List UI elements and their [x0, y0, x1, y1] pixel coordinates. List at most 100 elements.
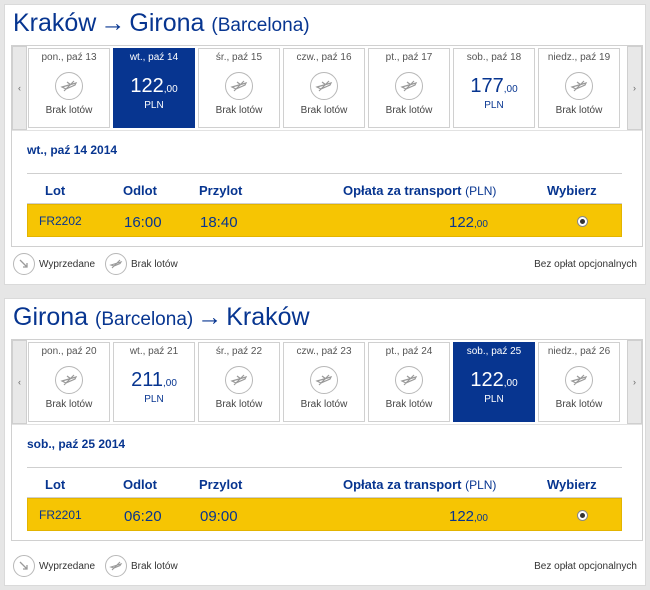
day-tile[interactable]: pon., paź 13 Brak lotów	[28, 48, 110, 128]
day-currency: PLN	[144, 394, 164, 405]
arrival-time: 18:40	[200, 214, 238, 231]
col-departure: Odlot	[123, 477, 157, 492]
day-currency: PLN	[484, 100, 504, 111]
day-tile[interactable]: czw., paź 16 Brak lotów	[283, 48, 365, 128]
outbound-fare-panel: ‹ pon., paź 13 Brak lotów wt., paź 14 12…	[11, 45, 643, 247]
day-tile-selected[interactable]: wt., paź 14 122,00 PLN	[113, 48, 195, 128]
price-main: 177	[470, 75, 504, 97]
col-fare: Opłata za transport (PLN)	[343, 183, 496, 198]
route-arrow: →	[197, 303, 223, 331]
day-tile[interactable]: śr., paź 15 Brak lotów	[198, 48, 280, 128]
col-select: Wybierz	[547, 477, 597, 492]
origin-city: Kraków	[13, 9, 97, 37]
plane-crossed-icon	[225, 72, 253, 100]
plane-crossed-icon	[105, 253, 127, 275]
fare-cents: ,00	[474, 513, 488, 524]
day-tile[interactable]: niedz., paź 26 Brak lotów	[538, 342, 620, 422]
return-section: Girona (Barcelona) → Kraków ‹ pon., paź 20…	[4, 298, 646, 586]
legend-sold-out-label: Wyprzedane	[39, 560, 96, 572]
plane-crossed-icon	[55, 366, 83, 394]
no-flights-label: Brak lotów	[300, 399, 348, 410]
no-flights-label: Brak lotów	[215, 399, 263, 410]
day-tile[interactable]: niedz., paź 19 Brak lotów	[538, 48, 620, 128]
day-tile[interactable]: sob., paź 18 177,00 PLN	[453, 48, 535, 128]
price-cents: ,00	[503, 84, 518, 95]
fare-price: 122,00	[449, 508, 488, 525]
day-date: pon., paź 20	[41, 346, 97, 357]
plane-crossed-icon	[105, 555, 127, 577]
day-tile[interactable]: pon., paź 20 Brak lotów	[28, 342, 110, 422]
day-date: czw., paź 16	[296, 52, 352, 63]
day-price: 177,00	[454, 75, 534, 97]
prev-week-button[interactable]: ‹	[12, 46, 27, 130]
next-week-button[interactable]: ›	[627, 340, 642, 424]
day-date: śr., paź 15	[215, 52, 263, 63]
day-date: wt., paź 21	[129, 346, 179, 357]
select-flight-radio[interactable]	[577, 216, 588, 227]
plane-landing-icon	[13, 253, 35, 275]
selected-date-heading: wt., paź 14 2014	[27, 143, 118, 157]
day-tile[interactable]: śr., paź 22 Brak lotów	[198, 342, 280, 422]
plane-landing-icon	[13, 555, 35, 577]
day-date: pt., paź 17	[385, 52, 433, 63]
divider	[12, 424, 642, 425]
day-date: wt., paź 14	[129, 52, 179, 63]
select-flight-radio[interactable]	[577, 510, 588, 521]
fare-main: 122	[449, 214, 475, 231]
day-tile[interactable]: czw., paź 23 Brak lotów	[283, 342, 365, 422]
no-flights-label: Brak lotów	[45, 399, 93, 410]
day-tile[interactable]: pt., paź 17 Brak lotów	[368, 48, 450, 128]
departure-time: 16:00	[124, 214, 162, 231]
day-date: sob., paź 25	[466, 346, 522, 357]
no-flights-label: Brak lotów	[300, 105, 348, 116]
flight-row[interactable]: FR2202 16:00 18:40 122,00	[27, 204, 622, 237]
plane-crossed-icon	[55, 72, 83, 100]
col-arrival: Przylot	[199, 183, 243, 198]
day-date: pon., paź 13	[41, 52, 97, 63]
departure-time: 06:20	[124, 508, 162, 525]
no-flights-label: Brak lotów	[555, 105, 603, 116]
price-cents: ,00	[163, 84, 178, 95]
col-departure: Odlot	[123, 183, 157, 198]
prev-week-button[interactable]: ‹	[12, 340, 27, 424]
col-fare-unit: (PLN)	[465, 184, 497, 198]
plane-crossed-icon	[395, 366, 423, 394]
legend-no-flights-label: Brak lotów	[131, 560, 178, 572]
divider	[12, 130, 642, 131]
return-fare-panel: ‹ pon., paź 20 Brak lotów wt., paź 21 21…	[11, 339, 643, 541]
plane-crossed-icon	[310, 72, 338, 100]
flight-number: FR2202	[39, 214, 82, 228]
col-fare-label: Opłata za transport	[343, 183, 462, 198]
no-flights-label: Brak lotów	[555, 399, 603, 410]
route-title-return: Girona (Barcelona) → Kraków	[13, 303, 310, 332]
day-currency: PLN	[484, 394, 504, 405]
day-date: niedz., paź 19	[547, 52, 611, 63]
destination-city: Girona	[129, 9, 205, 37]
day-tile[interactable]: pt., paź 24 Brak lotów	[368, 342, 450, 422]
flight-number: FR2201	[39, 508, 82, 522]
no-optional-fees-note: Bez opłat opcjonalnych	[534, 259, 637, 270]
next-week-button[interactable]: ›	[627, 46, 642, 130]
price-main: 211	[131, 369, 163, 391]
flight-row[interactable]: FR2201 06:20 09:00 122,00	[27, 498, 622, 531]
day-currency: PLN	[144, 100, 164, 111]
price-cents: ,00	[503, 378, 518, 389]
day-tile[interactable]: wt., paź 21 211,00 PLN	[113, 342, 195, 422]
fare-main: 122	[449, 508, 475, 525]
fare-price: 122,00	[449, 214, 488, 231]
day-tile-selected[interactable]: sob., paź 25 122,00 PLN	[453, 342, 535, 422]
plane-crossed-icon	[395, 72, 423, 100]
route-arrow: →	[100, 9, 126, 37]
flight-table-header: Lot Odlot Przylot Opłata za transport (P…	[27, 467, 622, 498]
origin-city: Girona	[13, 303, 89, 331]
route-title-outbound: Kraków → Girona (Barcelona)	[13, 9, 310, 38]
no-flights-label: Brak lotów	[385, 105, 433, 116]
legend-sold-out: Wyprzedane	[13, 253, 95, 275]
col-fare: Opłata za transport (PLN)	[343, 477, 496, 492]
plane-crossed-icon	[565, 366, 593, 394]
day-price: 122,00	[454, 369, 534, 391]
day-date: śr., paź 22	[215, 346, 263, 357]
flight-table-header: Lot Odlot Przylot Opłata za transport (P…	[27, 173, 622, 204]
day-date: niedz., paź 26	[547, 346, 611, 357]
day-date: sob., paź 18	[466, 52, 522, 63]
